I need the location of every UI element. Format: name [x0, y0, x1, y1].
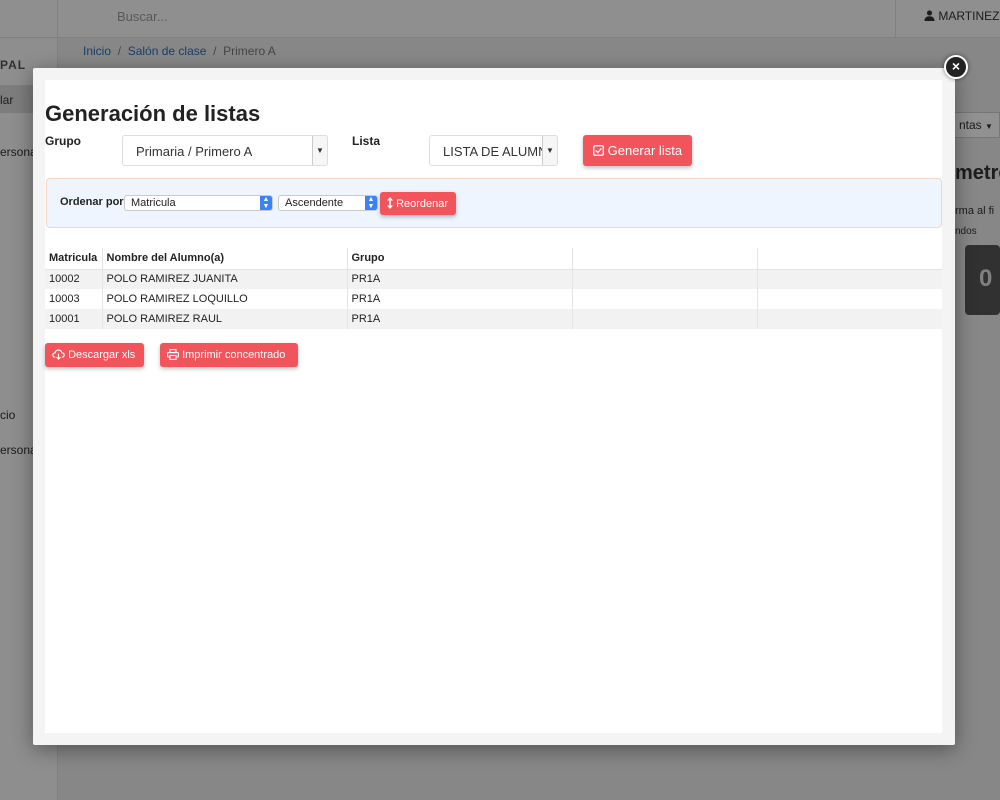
cell-empty [572, 289, 758, 309]
column-header-empty [572, 248, 758, 270]
grupo-select[interactable]: Primaria / Primero A ▼ [122, 135, 328, 166]
select-arrows-icon: ▲ ▼ [260, 196, 272, 210]
cell-grupo: PR1A [347, 289, 573, 309]
sort-arrows-icon [387, 197, 393, 209]
cloud-download-icon [52, 349, 65, 360]
generate-list-label: Generar lista [607, 143, 683, 158]
table-header-row: Matricula Nombre del Alumno(a) Grupo [45, 248, 942, 270]
cell-matricula: 10003 [45, 289, 103, 309]
lista-select-value: LISTA DE ALUMNOS [443, 144, 558, 159]
print-summary-label: Imprimir concentrado [182, 349, 286, 361]
generate-list-button[interactable]: Generar lista [583, 135, 692, 166]
grupo-select-value: Primaria / Primero A [136, 144, 253, 159]
cell-empty [572, 309, 758, 329]
cell-matricula: 10001 [45, 309, 103, 329]
sort-by-label: Ordenar por [60, 196, 124, 208]
cell-nombre: POLO RAMIREZ LOQUILLO [102, 289, 348, 309]
column-header-matricula: Matricula [45, 248, 103, 270]
modal-title: Generación de listas [45, 101, 261, 126]
sort-field-select[interactable]: Matricula ▲ ▼ [124, 195, 273, 211]
close-modal-button[interactable]: × [944, 55, 968, 79]
column-header-nombre: Nombre del Alumno(a) [102, 248, 348, 270]
sort-order-select[interactable]: Ascendente ▲ ▼ [278, 195, 378, 211]
cell-empty [757, 269, 942, 289]
cell-grupo: PR1A [347, 309, 573, 329]
print-summary-button[interactable]: Imprimir concentrado [160, 343, 298, 367]
sort-field-value: Matricula [131, 197, 176, 209]
select-arrows-icon: ▲ ▼ [365, 196, 377, 210]
table-row: 10002 POLO RAMIREZ JUANITA PR1A [45, 269, 942, 289]
reorder-label: Reordenar [396, 198, 449, 210]
caret-down-icon: ▼ [542, 136, 557, 165]
reorder-button[interactable]: Reordenar [380, 192, 456, 215]
column-header-grupo: Grupo [347, 248, 573, 270]
column-header-empty [757, 248, 942, 270]
lista-select[interactable]: LISTA DE ALUMNOS ▼ [429, 135, 558, 166]
cell-empty [757, 289, 942, 309]
cell-empty [572, 269, 758, 289]
printer-icon [167, 349, 179, 360]
table-row: 10003 POLO RAMIREZ LOQUILLO PR1A [45, 289, 942, 309]
check-square-icon [593, 145, 604, 156]
close-icon: × [951, 58, 961, 74]
download-xls-button[interactable]: Descargar xls [45, 343, 144, 367]
download-xls-label: Descargar xls [68, 349, 136, 361]
generate-lists-modal: Generación de listas Grupo Primaria / Pr… [33, 68, 955, 745]
lista-label: Lista [352, 134, 381, 148]
sort-order-value: Ascendente [285, 197, 344, 209]
students-table: Matricula Nombre del Alumno(a) Grupo 100… [45, 248, 942, 329]
cell-nombre: POLO RAMIREZ JUANITA [102, 269, 348, 289]
grupo-label: Grupo [45, 134, 81, 148]
caret-down-icon: ▼ [312, 136, 327, 165]
table-row: 10001 POLO RAMIREZ RAUL PR1A [45, 309, 942, 329]
sort-panel: Ordenar por Matricula ▲ ▼ Ascendente ▲ ▼ R… [46, 178, 942, 228]
cell-nombre: POLO RAMIREZ RAUL [102, 309, 348, 329]
cell-matricula: 10002 [45, 269, 103, 289]
cell-grupo: PR1A [347, 269, 573, 289]
cell-empty [757, 309, 942, 329]
modal-body: Generación de listas Grupo Primaria / Pr… [45, 80, 942, 733]
